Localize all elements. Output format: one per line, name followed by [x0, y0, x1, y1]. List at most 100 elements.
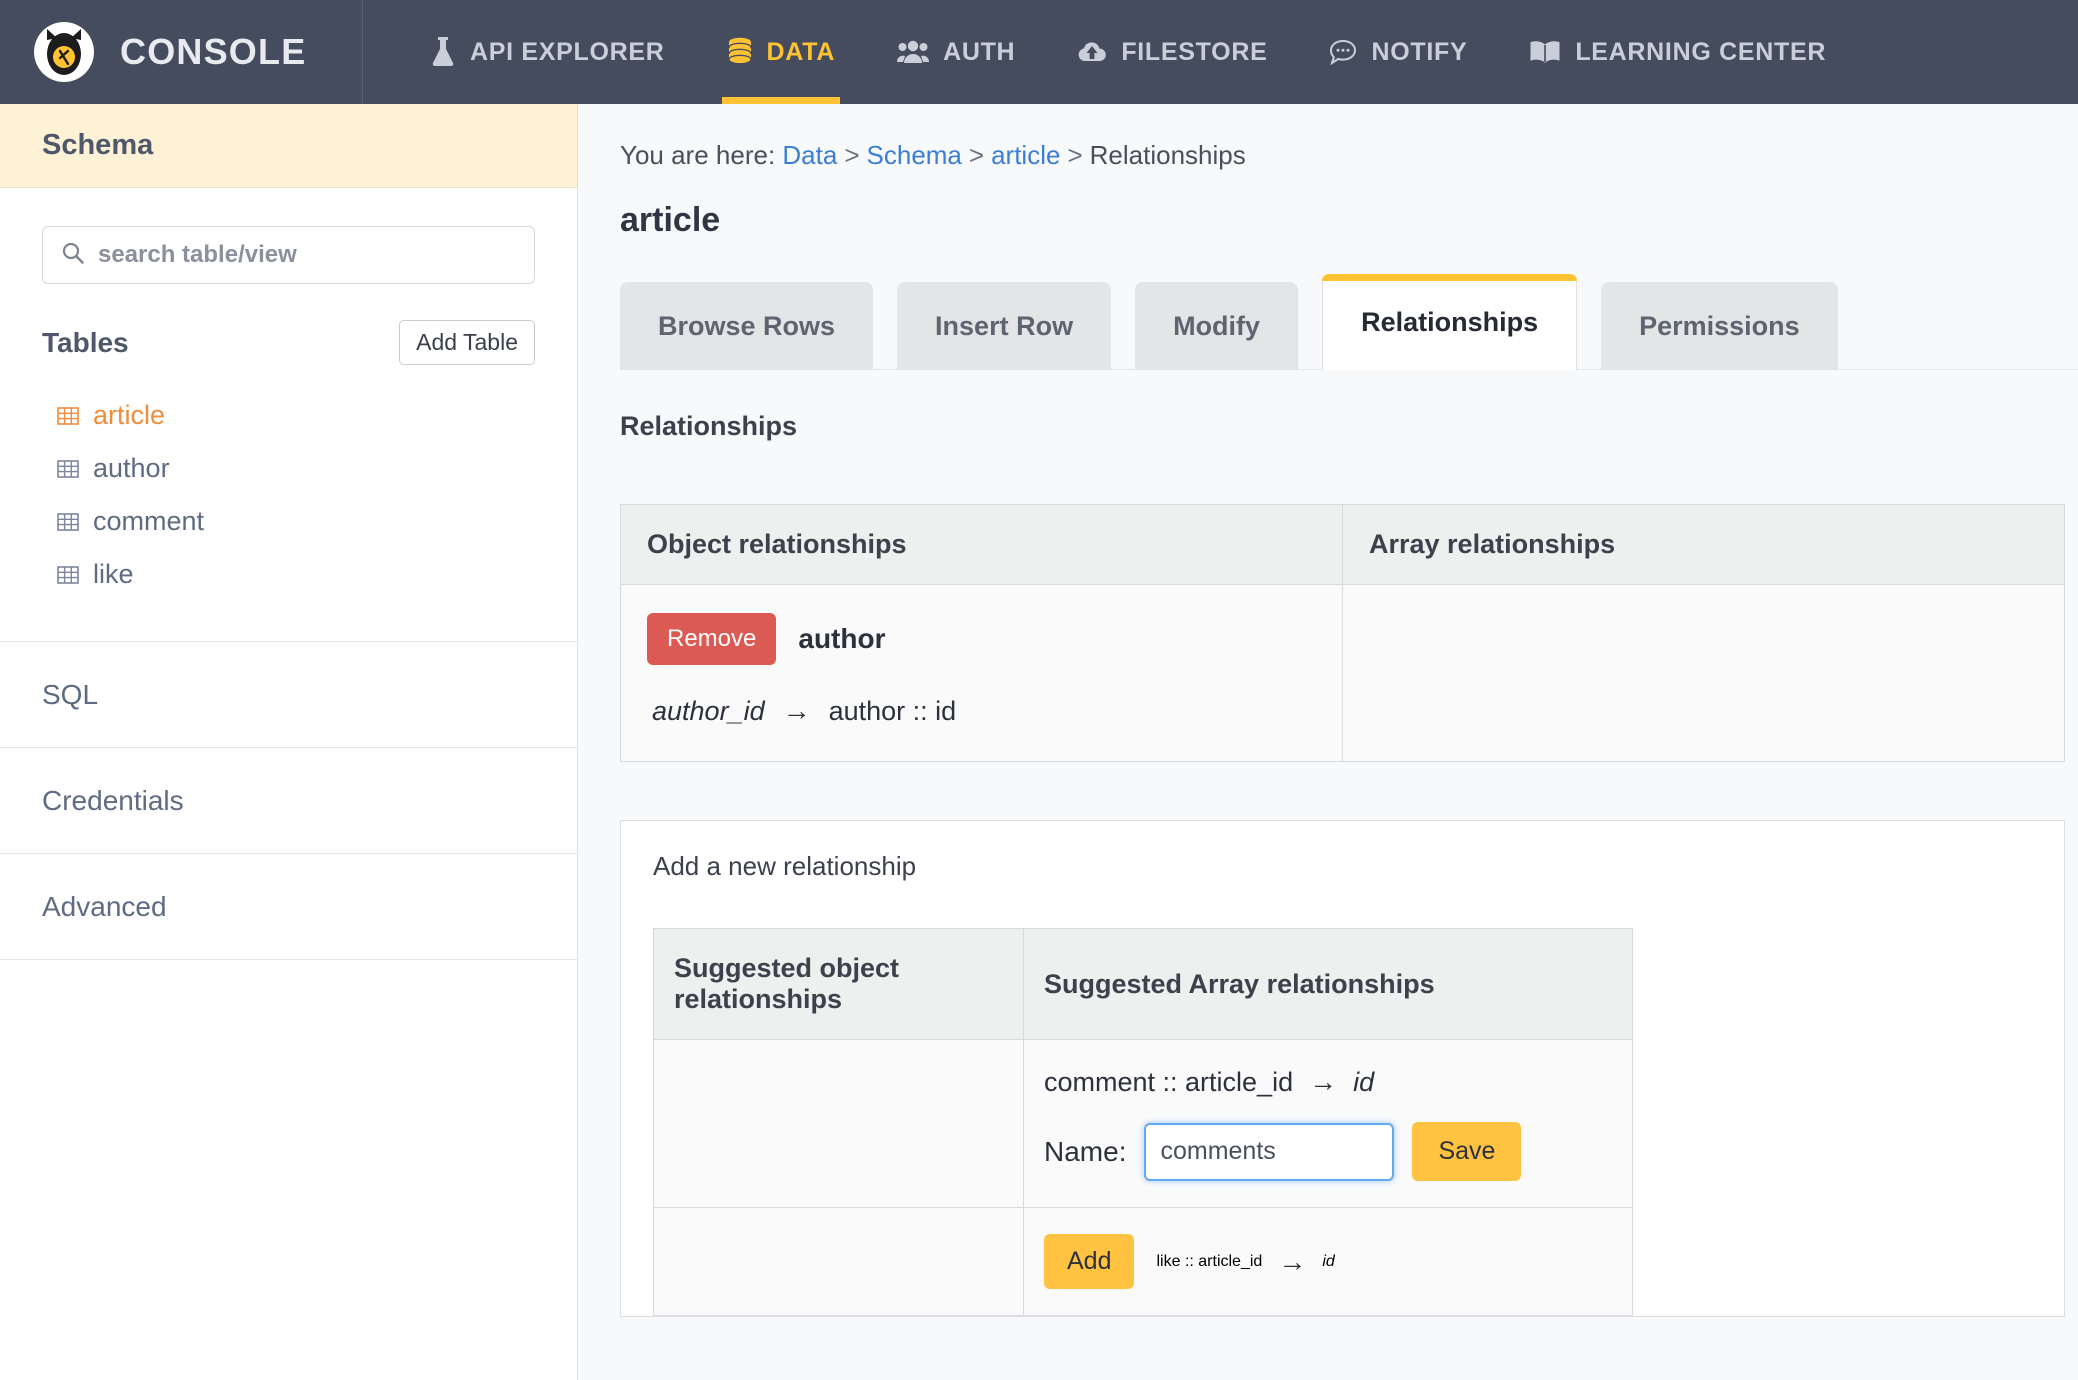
sidebar-item-advanced[interactable]: Advanced: [0, 854, 577, 960]
add-relationship-panel: Add a new relationship Suggested object …: [620, 820, 2065, 1317]
table-header-row: Object relationships Array relationships: [620, 504, 2065, 585]
relationship-name-row: Name: Save: [1044, 1122, 1632, 1181]
object-relationships-cell: Remove author author_id → author :: id: [620, 584, 1343, 762]
add-relationship-button[interactable]: Add: [1044, 1234, 1135, 1289]
table-row: Remove author author_id → author :: id: [620, 584, 2065, 762]
sidebar-item-sql[interactable]: SQL: [0, 642, 577, 748]
table-grid-icon: [56, 457, 80, 481]
top-navigation-bar: CONSOLE API EXPLORER DATA AUTH FILESTORE…: [0, 0, 2078, 104]
page-body: Schema search table/view Tables Add Tabl…: [0, 104, 2078, 1380]
table-item-author[interactable]: author: [42, 442, 535, 495]
suggested-source: like :: article_id: [1156, 1252, 1263, 1270]
breadcrumb-current: Relationships: [1089, 140, 1246, 170]
mascot-icon: [47, 29, 81, 75]
nav-item-label: AUTH: [943, 37, 1016, 66]
relationship-to-target: author :: id: [828, 695, 957, 726]
tables-label: Tables: [42, 326, 129, 358]
breadcrumb-separator: >: [1067, 140, 1083, 170]
nav-item-data[interactable]: DATA: [696, 0, 867, 104]
tab-label: Browse Rows: [658, 310, 836, 341]
remove-relationship-button[interactable]: Remove: [647, 613, 777, 665]
column-header-suggested-object: Suggested object relationships: [653, 928, 1024, 1040]
page-title: article: [620, 201, 721, 239]
main-content: You are here: Data > Schema > article > Relati…: [578, 104, 2078, 1380]
tab-modify[interactable]: Modify: [1135, 282, 1299, 370]
add-relationship-title: Add a new relationship: [653, 851, 917, 881]
relationship-name-input[interactable]: [1144, 1122, 1395, 1181]
suggested-array-mapping: comment :: article_id → id: [1044, 1066, 1632, 1098]
brand-title: CONSOLE: [120, 31, 307, 72]
table-item-label: author: [93, 453, 170, 483]
tab-relationships[interactable]: Relationships: [1322, 274, 1578, 370]
nav-item-api-explorer[interactable]: API EXPLORER: [399, 0, 696, 104]
table-item-label: comment: [93, 506, 205, 536]
table-item-like[interactable]: like: [42, 548, 535, 601]
tab-label: Insert Row: [935, 310, 1074, 341]
nav-item-label: API EXPLORER: [470, 37, 665, 66]
relationships-section-label: Relationships: [620, 411, 798, 441]
table-grid-icon: [56, 563, 80, 587]
sidebar-item-credentials[interactable]: Credentials: [0, 748, 577, 854]
book-icon: [1529, 39, 1561, 65]
nav-item-label: LEARNING CENTER: [1575, 37, 1827, 66]
users-icon: [897, 38, 930, 66]
tab-label: Modify: [1173, 310, 1261, 341]
breadcrumb-link-data[interactable]: Data: [782, 140, 837, 170]
search-icon: [61, 241, 85, 270]
tables-row: Tables Add Table: [42, 320, 535, 365]
breadcrumb-prefix: You are here:: [620, 140, 776, 170]
nav-item-notify[interactable]: NOTIFY: [1298, 0, 1498, 104]
object-relationship-mapping: author_id → author :: id: [647, 695, 1342, 727]
suggested-object-cell: [653, 1039, 1024, 1208]
brand-logo-area[interactable]: CONSOLE: [0, 0, 363, 104]
sidebar-item-label: Credentials: [42, 784, 184, 816]
table-item-article[interactable]: article: [42, 389, 535, 442]
nav-item-label: FILESTORE: [1121, 37, 1268, 66]
sidebar-header-schema: Schema: [0, 104, 577, 188]
nav-item-label: DATA: [766, 37, 836, 66]
tab-insert-row[interactable]: Insert Row: [897, 282, 1112, 370]
sidebar-item-label: Advanced: [42, 890, 167, 922]
suggested-target: id: [1353, 1066, 1375, 1097]
relationships-table: Object relationships Array relationships…: [620, 504, 2065, 762]
breadcrumb-link-schema[interactable]: Schema: [867, 140, 962, 170]
sidebar: Schema search table/view Tables Add Tabl…: [0, 104, 578, 1380]
name-field-label: Name:: [1044, 1135, 1127, 1167]
suggested-target: id: [1322, 1252, 1335, 1270]
cloud-upload-icon: [1077, 40, 1107, 64]
table-grid-icon: [56, 404, 80, 428]
relationship-name: author: [798, 623, 886, 654]
relationship-from-column: author_id: [652, 695, 765, 726]
arrow-right-icon: →: [782, 695, 811, 726]
add-table-button[interactable]: Add Table: [399, 320, 535, 365]
suggested-object-cell: [653, 1207, 1024, 1316]
breadcrumb-separator: >: [844, 140, 860, 170]
table-item-label: article: [93, 400, 166, 430]
table-list: article author comment like: [42, 389, 535, 601]
column-header-suggested-array: Suggested Array relationships: [1023, 928, 1633, 1040]
search-table-view-box[interactable]: search table/view: [42, 226, 535, 284]
sidebar-item-label: SQL: [42, 678, 99, 710]
tab-label: Permissions: [1639, 310, 1800, 341]
arrow-right-icon: →: [1309, 1066, 1338, 1097]
save-relationship-button[interactable]: Save: [1412, 1122, 1522, 1181]
suggested-array-cell: Add like :: article_id → id: [1024, 1208, 1633, 1316]
tab-browse-rows[interactable]: Browse Rows: [620, 282, 874, 370]
flask-icon: [430, 37, 456, 67]
nav-item-learning-center[interactable]: LEARNING CENTER: [1498, 0, 1857, 104]
breadcrumb-separator: >: [968, 140, 985, 170]
tab-permissions[interactable]: Permissions: [1601, 282, 1838, 370]
suggested-source: comment :: article_id: [1044, 1066, 1294, 1097]
breadcrumb-link-article[interactable]: article: [991, 140, 1060, 170]
object-relationship-entry: Remove author: [647, 613, 1342, 665]
table-item-label: like: [93, 559, 134, 589]
suggested-array-cell: comment :: article_id → id Name: Save: [1023, 1039, 1633, 1208]
table-item-comment[interactable]: comment: [42, 495, 535, 548]
nav-item-filestore[interactable]: FILESTORE: [1046, 0, 1298, 104]
array-relationships-cell: [1343, 585, 2065, 762]
nav-item-auth[interactable]: AUTH: [866, 0, 1046, 104]
search-input-placeholder: search table/view: [98, 241, 297, 268]
tab-bar: Browse Rows Insert Row Modify Relationsh…: [620, 274, 2078, 370]
table-grid-icon: [56, 510, 80, 534]
arrow-right-icon: →: [1278, 1245, 1307, 1277]
